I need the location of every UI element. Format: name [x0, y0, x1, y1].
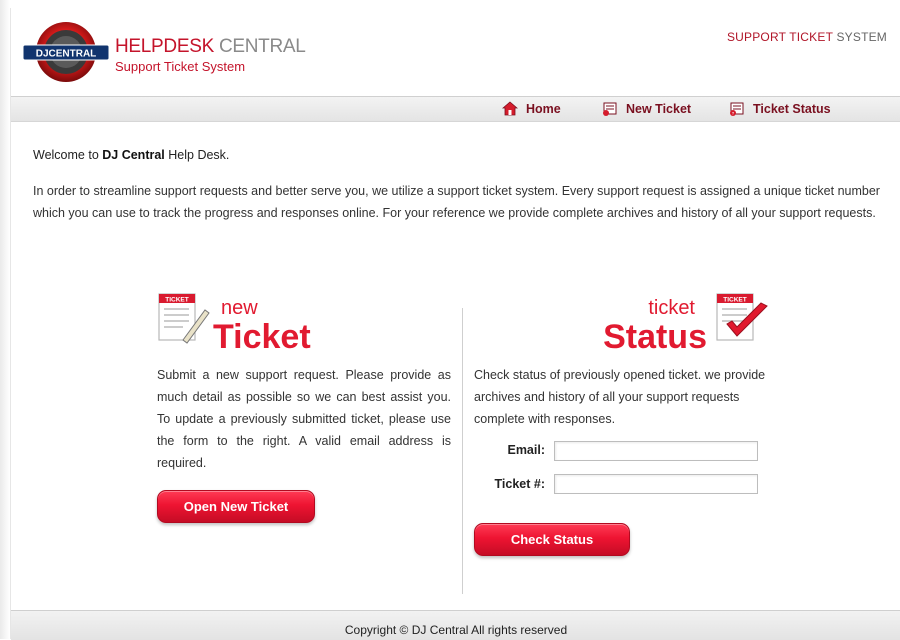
site-title: HELPDESK CENTRAL [115, 36, 306, 58]
nav-home[interactable]: Home [502, 101, 561, 116]
nav-ticket-status-label: Ticket Status [753, 101, 831, 116]
svg-text:TICKET: TICKET [165, 297, 189, 304]
new-ticket-description: Submit a new support request. Please pro… [157, 368, 451, 470]
system-label-strong: SUPPORT TICKET [726, 30, 833, 44]
new-ticket-icon [603, 102, 617, 116]
welcome-suffix: Help Desk. [168, 148, 230, 162]
ticket-doc-icon: TICKET [158, 293, 210, 344]
column-divider [462, 308, 463, 594]
new-ticket-logo-big: Ticket [213, 318, 311, 352]
status-doc-icon: TICKET [716, 293, 768, 341]
page: DJCENTRAL HELPDESK CENTRAL Support Ticke… [0, 0, 900, 640]
header: DJCENTRAL HELPDESK CENTRAL Support Ticke… [11, 8, 900, 90]
status-logo-small: ticket [648, 297, 695, 319]
main-container: DJCENTRAL HELPDESK CENTRAL Support Ticke… [10, 8, 900, 640]
footer: Copyright © DJ Central All rights reserv… [11, 610, 900, 640]
check-status-button[interactable]: Check Status [474, 523, 630, 556]
ticket-number-field[interactable] [554, 474, 758, 494]
system-label: SUPPORT TICKET SYSTEM [727, 30, 887, 44]
intro-paragraph: In order to streamline support requests … [33, 184, 880, 220]
ticket-status-logo: ticket Status TICKET [603, 293, 768, 352]
status-logo-big: Status [603, 318, 707, 352]
site-title-soft: CENTRAL [218, 36, 306, 57]
site-subtitle: Support Ticket System [115, 59, 246, 74]
home-icon [502, 101, 518, 116]
nav-bar: Home New Ticket ? Ticket Status [11, 96, 900, 122]
nav-ticket-status[interactable]: ? Ticket Status [729, 101, 831, 116]
left-shadow [0, 0, 10, 639]
system-label-soft: SYSTEM [836, 30, 887, 44]
nav-home-label: Home [526, 101, 561, 116]
welcome-brand: DJ Central [102, 148, 165, 162]
nav-new-ticket-label: New Ticket [626, 101, 692, 116]
new-ticket-logo: TICKET new Ticket [158, 293, 311, 352]
welcome-prefix: Welcome to [33, 148, 99, 162]
ticket-status-description: Check status of previously opened ticket… [474, 368, 766, 426]
site-title-strong: HELPDESK [115, 36, 214, 57]
copyright-text: Copyright © DJ Central All rights reserv… [344, 623, 568, 637]
open-new-ticket-button[interactable]: Open New Ticket [157, 490, 315, 523]
email-label: Email: [507, 443, 545, 457]
logo-text: DJCENTRAL [36, 49, 97, 60]
djcentral-logo[interactable]: DJCENTRAL [21, 20, 111, 84]
new-ticket-logo-small: new [221, 297, 258, 319]
ticket-status-icon: ? [730, 102, 744, 116]
ticket-number-label: Ticket #: [494, 477, 546, 491]
nav-new-ticket[interactable]: New Ticket [602, 101, 691, 116]
svg-text:TICKET: TICKET [723, 297, 747, 304]
email-field[interactable] [554, 441, 758, 461]
welcome-text: Welcome to DJ Central Help Desk. [33, 148, 229, 162]
